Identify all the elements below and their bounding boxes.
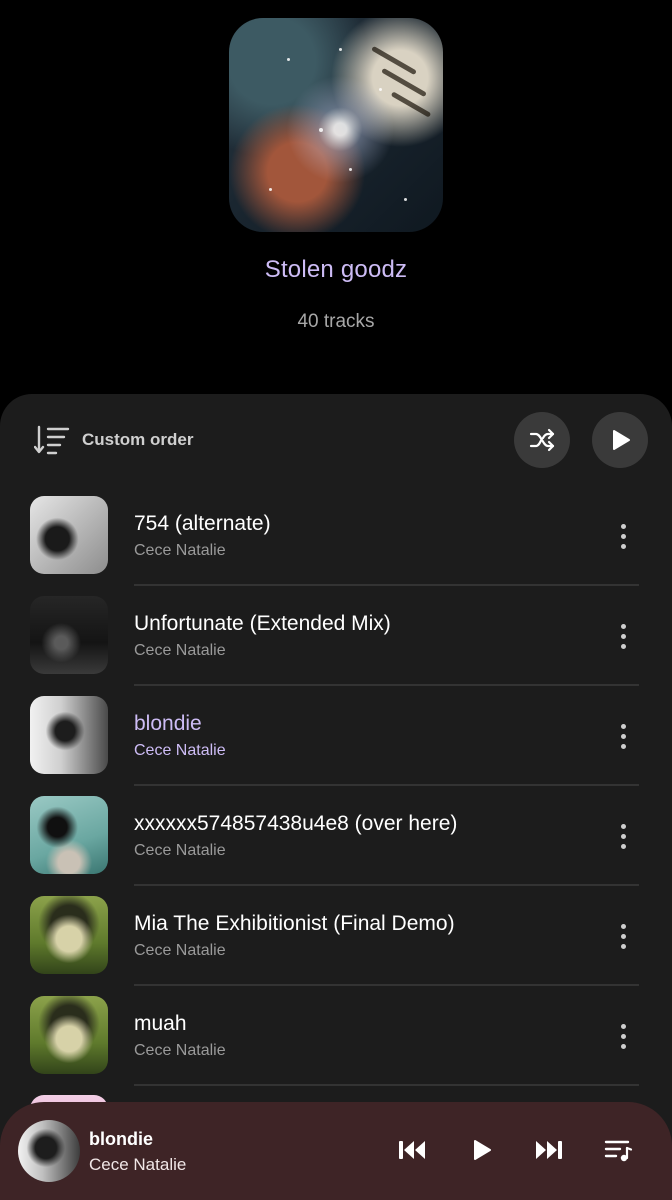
track-row-now-playing[interactable]: blondie Cece Natalie <box>0 686 672 786</box>
more-options-icon[interactable] <box>608 716 638 756</box>
track-title: blondie <box>134 712 202 735</box>
play-icon <box>474 1140 491 1160</box>
now-playing-art <box>18 1120 80 1182</box>
sort-toolbar: Custom order <box>0 394 672 486</box>
track-count: 40 tracks <box>297 311 375 332</box>
track-thumbnail <box>30 496 108 574</box>
track-row[interactable]: Unfortunate (Extended Mix) Cece Natalie <box>0 586 672 686</box>
track-artist: Cece Natalie <box>134 942 226 959</box>
track-artist: Cece Natalie <box>134 742 226 759</box>
playlist-screen: Stolen goodz 40 tracks Custom order 754 … <box>0 0 672 1200</box>
track-artist: Cece Natalie <box>134 542 226 559</box>
play-all-button[interactable] <box>592 412 648 468</box>
track-title: Mia The Exhibitionist (Final Demo) <box>134 912 455 935</box>
more-options-icon[interactable] <box>608 916 638 956</box>
track-row[interactable]: Mia The Exhibitionist (Final Demo) Cece … <box>0 886 672 986</box>
track-row[interactable]: muah Cece Natalie <box>0 986 672 1086</box>
track-title: Unfortunate (Extended Mix) <box>134 612 391 635</box>
now-playing-title: blondie <box>89 1129 153 1149</box>
row-divider <box>134 1084 639 1086</box>
track-thumbnail <box>30 896 108 974</box>
mini-player[interactable]: blondie Cece Natalie <box>0 1102 672 1200</box>
track-artist: Cece Natalie <box>134 842 226 859</box>
next-icon <box>536 1141 562 1159</box>
playlist-title: Stolen goodz <box>264 256 408 283</box>
more-options-icon[interactable] <box>608 616 638 656</box>
play-button[interactable] <box>461 1130 501 1170</box>
track-thumbnail <box>30 596 108 674</box>
track-artist: Cece Natalie <box>134 1042 226 1059</box>
track-thumbnail <box>30 696 108 774</box>
more-options-icon[interactable] <box>608 1016 638 1056</box>
track-thumbnail <box>30 996 108 1074</box>
track-list: 754 (alternate) Cece Natalie Unfortunate… <box>0 486 672 1086</box>
previous-button[interactable] <box>392 1130 432 1170</box>
queue-button[interactable] <box>598 1130 638 1170</box>
shuffle-button[interactable] <box>514 412 570 468</box>
track-row[interactable]: 754 (alternate) Cece Natalie <box>0 486 672 586</box>
track-title: muah <box>134 1012 187 1035</box>
previous-icon <box>399 1141 425 1159</box>
playlist-cover-art <box>229 18 443 232</box>
track-thumbnail <box>30 796 108 874</box>
track-sheet: Custom order 754 (alternate) Cece Natali… <box>0 394 672 1200</box>
play-icon <box>613 430 630 450</box>
queue-icon <box>604 1140 633 1162</box>
track-title: 754 (alternate) <box>134 512 271 535</box>
sort-order-label[interactable]: Custom order <box>82 430 193 450</box>
sort-icon[interactable] <box>34 424 70 456</box>
track-title: xxxxxx574857438u4e8 (over here) <box>134 812 458 835</box>
now-playing-artist: Cece Natalie <box>89 1155 187 1174</box>
track-artist: Cece Natalie <box>134 642 226 659</box>
more-options-icon[interactable] <box>608 516 638 556</box>
shuffle-icon <box>529 428 555 452</box>
more-options-icon[interactable] <box>608 816 638 856</box>
track-row[interactable]: xxxxxx574857438u4e8 (over here) Cece Nat… <box>0 786 672 886</box>
next-button[interactable] <box>529 1130 569 1170</box>
